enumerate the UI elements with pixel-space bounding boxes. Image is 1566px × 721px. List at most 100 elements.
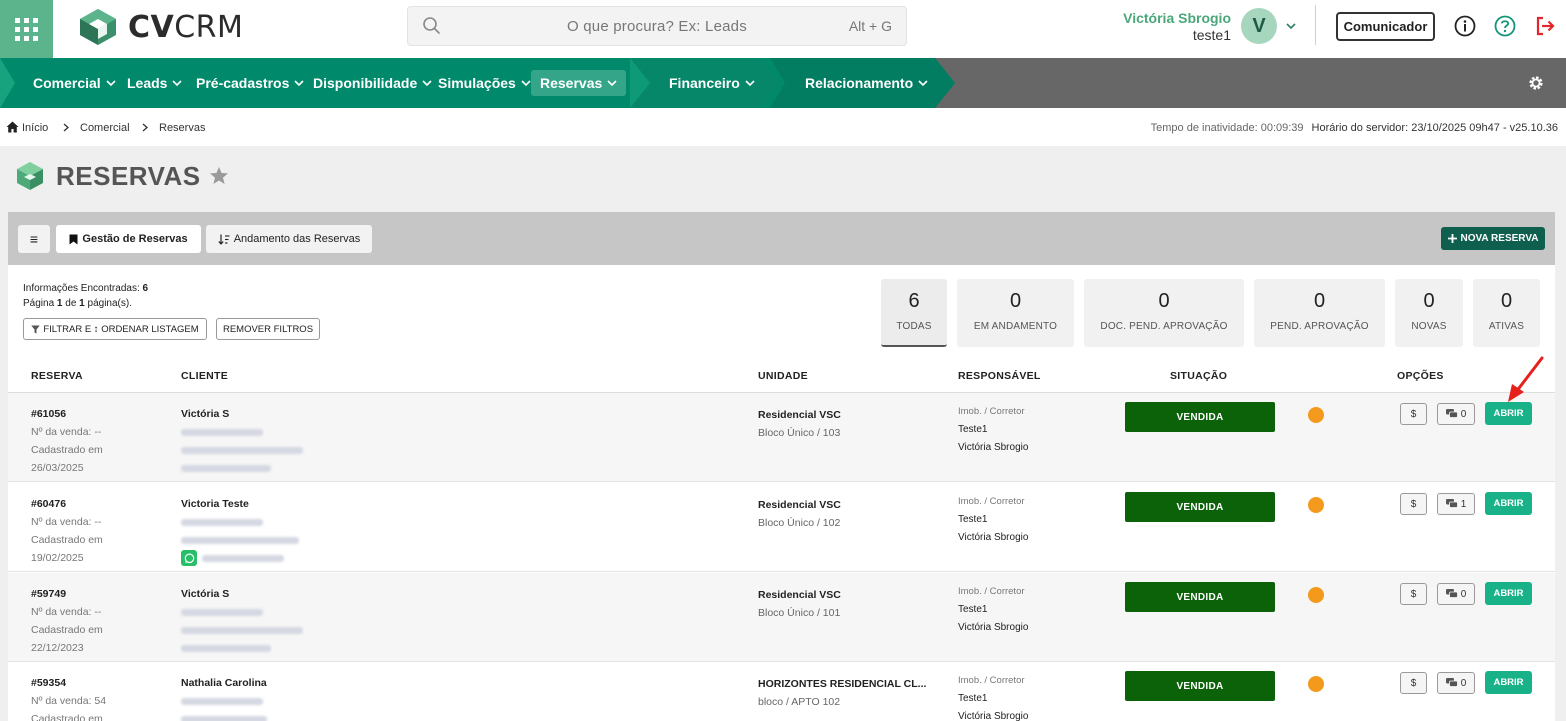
financial-button[interactable]: $ [1400, 403, 1427, 425]
redacted-email [181, 441, 303, 459]
venda-number: Nº da venda: 54 [31, 695, 107, 707]
messages-button[interactable]: 0 [1437, 403, 1475, 425]
apps-menu-button[interactable] [0, 0, 53, 58]
user-login: teste1 [1192, 27, 1231, 43]
comunicador-button[interactable]: Comunicador [1336, 12, 1435, 41]
status-dot-indicator [1308, 587, 1324, 603]
open-button[interactable]: ABRIR [1485, 402, 1532, 425]
table-row[interactable]: #59749 Nº da venda: -- Cadastrado em 22/… [8, 573, 1555, 662]
main-nav: Comercial Leads Pré-cadastros Disponibil… [0, 58, 1566, 108]
responsavel-cell: Imob. / Corretor Teste1 Victória Sbrogio [958, 586, 1029, 633]
reserva-cell: #59354 Nº da venda: 54 Cadastrado em [31, 674, 106, 721]
logout-icon[interactable] [1534, 15, 1556, 37]
client-name[interactable]: Victória S [181, 405, 303, 423]
tab-andamento-reservas[interactable]: Andamento das Reservas [206, 225, 372, 253]
client-name[interactable]: Nathalia Carolina [181, 674, 267, 692]
gear-icon[interactable] [1527, 74, 1545, 92]
home-icon[interactable] [6, 121, 19, 133]
client-name[interactable]: Victoria Teste [181, 495, 299, 513]
search-input[interactable]: O que procura? Ex: Leads Alt + G [407, 6, 907, 46]
panel-toolbar: ≡ Gestão de Reservas Andamento das Reser… [8, 212, 1555, 265]
chevron-down-icon[interactable] [1285, 20, 1297, 32]
redacted-phone [181, 423, 303, 441]
breadcrumb-comercial[interactable]: Comercial [80, 122, 130, 134]
logo-text: CVCRM [128, 9, 244, 45]
table-row[interactable]: #60476 Nº da venda: -- Cadastrado em 19/… [8, 483, 1555, 572]
whatsapp-contact[interactable] [181, 549, 284, 567]
remove-filters-button[interactable]: REMOVER FILTROS [216, 318, 320, 340]
messages-button[interactable]: 1 [1437, 493, 1475, 515]
stat-pend-aprovacao[interactable]: 0 PEND. APROVAÇÃO [1254, 279, 1385, 347]
financial-button[interactable]: $ [1400, 583, 1427, 605]
stat-doc-pend-aprovacao[interactable]: 0 DOC. PEND. APROVAÇÃO [1084, 279, 1244, 347]
user-info[interactable]: Victória Sbrogio teste1 [1123, 10, 1231, 43]
stat-novas[interactable]: 0 NOVAS [1395, 279, 1463, 347]
nav-leads[interactable]: Leads [125, 71, 184, 95]
redacted-email [181, 621, 303, 639]
reserva-cell: #61056 Nº da venda: -- Cadastrado em 26/… [31, 405, 103, 477]
nav-relacionamento[interactable]: Relacionamento [803, 71, 930, 95]
stat-em-andamento[interactable]: 0 EM ANDAMENTO [957, 279, 1074, 347]
column-header-reserva[interactable]: RESERVA [31, 370, 83, 382]
open-button[interactable]: ABRIR [1485, 492, 1532, 515]
nav-comercial[interactable]: Comercial [31, 71, 118, 95]
nav-reservas[interactable]: Reservas [531, 70, 627, 96]
cliente-cell: Nathalia Carolina [181, 674, 267, 721]
column-header-opcoes: OPÇÕES [1397, 370, 1444, 382]
messages-button[interactable]: 0 [1437, 672, 1475, 694]
help-icon[interactable] [1494, 15, 1516, 37]
reserva-id[interactable]: #59749 [31, 585, 103, 603]
stat-todas[interactable]: 6 TODAS [881, 279, 947, 347]
open-button[interactable]: ABRIR [1485, 671, 1532, 694]
top-header: CVCRM O que procura? Ex: Leads Alt + G V… [0, 0, 1566, 58]
nav-simulacoes[interactable]: Simulações [436, 71, 533, 95]
venda-number: Nº da venda: -- [31, 606, 102, 618]
table-row[interactable]: #61056 Nº da venda: -- Cadastrado em 26/… [8, 393, 1555, 482]
reserva-id[interactable]: #61056 [31, 405, 103, 423]
messages-button[interactable]: 0 [1437, 583, 1475, 605]
avatar[interactable]: V [1241, 8, 1277, 44]
open-button[interactable]: ABRIR [1485, 582, 1532, 605]
whatsapp-icon [181, 550, 197, 566]
financial-button[interactable]: $ [1400, 493, 1427, 515]
chat-icon [1445, 589, 1458, 598]
info-icon[interactable] [1454, 15, 1476, 37]
unidade-cell: HORIZONTES RESIDENCIAL CL... bloco / APT… [758, 678, 927, 708]
found-count: Informações Encontradas: 6 [23, 283, 149, 294]
reserva-id[interactable]: #60476 [31, 495, 103, 513]
tab-gestao-reservas[interactable]: Gestão de Reservas [56, 225, 201, 253]
star-icon[interactable] [209, 166, 229, 186]
filter-sort-button[interactable]: FILTRAR E ↕ ORDENAR LISTAGEM [23, 318, 207, 340]
column-header-responsavel[interactable]: RESPONSÁVEL [958, 370, 1041, 382]
results-info: Informações Encontradas: 6 Página 1 de 1… [23, 281, 148, 311]
status-badge: VENDIDA [1125, 402, 1275, 432]
client-name[interactable]: Victória S [181, 585, 303, 603]
responsavel-cell: Imob. / Corretor Teste1 Victória Sbrogio [958, 406, 1029, 453]
financial-button[interactable]: $ [1400, 672, 1427, 694]
annotation-arrow-icon [1508, 356, 1544, 402]
nav-pre-cadastros[interactable]: Pré-cadastros [194, 71, 306, 95]
nav-disponibilidade[interactable]: Disponibilidade [311, 71, 434, 95]
sort-icon [218, 234, 230, 245]
nova-reserva-button[interactable]: NOVA RESERVA [1441, 227, 1545, 250]
breadcrumb-inicio[interactable]: Início [22, 122, 48, 134]
responsavel-cell: Imob. / Corretor Teste1 Victória Sbrogio [958, 496, 1029, 543]
column-header-cliente[interactable]: CLIENTE [181, 370, 228, 382]
menu-toggle-button[interactable]: ≡ [18, 225, 50, 253]
table-row[interactable]: #59354 Nº da venda: 54 Cadastrado em Nat… [8, 662, 1555, 721]
user-name: Victória Sbrogio [1123, 10, 1231, 26]
grid-icon [15, 17, 38, 41]
cvcrm-logo[interactable]: CVCRM [78, 7, 243, 47]
reserva-id[interactable]: #59354 [31, 674, 106, 692]
nav-financeiro[interactable]: Financeiro [667, 71, 757, 95]
responsavel-cell: Imob. / Corretor Teste1 Victória Sbrogio [958, 675, 1029, 721]
venda-number: Nº da venda: -- [31, 516, 102, 528]
breadcrumb: Início Comercial Reservas Tempo de inati… [0, 108, 1566, 146]
column-header-unidade[interactable]: UNIDADE [758, 370, 808, 382]
search-placeholder: O que procura? Ex: Leads [567, 18, 747, 35]
column-header-situacao[interactable]: SITUAÇÃO [1170, 370, 1227, 382]
chevron-right-icon [142, 123, 148, 132]
chevron-down-icon [106, 80, 116, 87]
search-shortcut-hint: Alt + G [848, 18, 892, 34]
stat-ativas[interactable]: 0 ATIVAS [1473, 279, 1540, 347]
